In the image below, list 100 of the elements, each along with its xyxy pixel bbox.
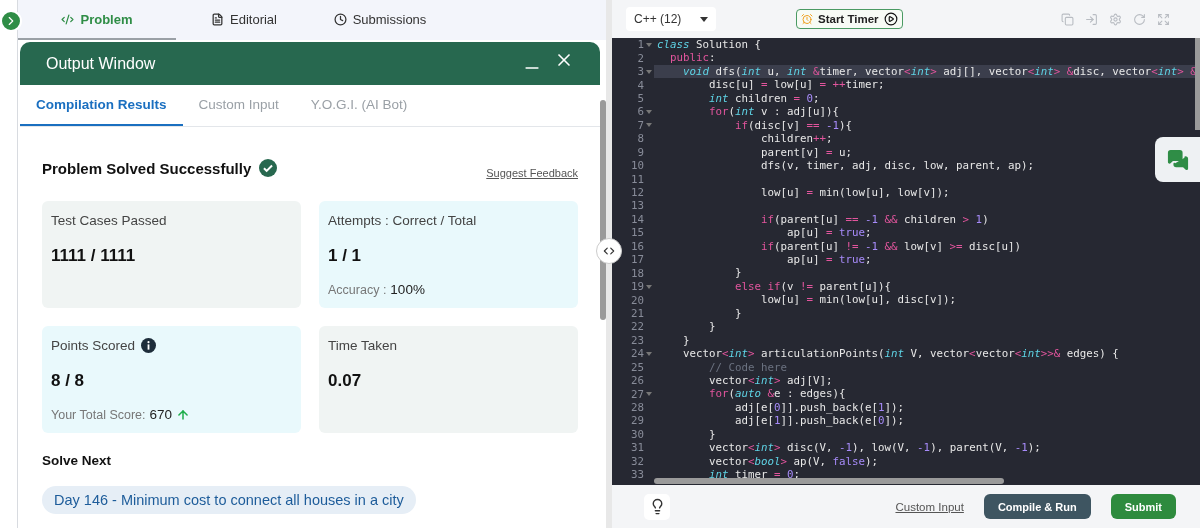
line-number: 22 [631,320,644,334]
document-icon [211,12,224,26]
line-number: 7 [637,118,644,132]
section-heading: Solve Next [42,453,113,468]
card-value: 1 / 1 [328,246,363,266]
language-select[interactable]: C++ (12) [626,7,716,31]
line-number: 13 [631,199,644,213]
line-number: 4 [637,78,644,92]
code-line: dfs(v, timer, adj, disc, low, parent, ap); [760,158,1035,173]
line-number: 29 [631,414,644,428]
scrollbar-thumb[interactable] [654,478,1004,484]
line-number: 8 [637,132,644,146]
code-line: vector<int> articulationPoints(int V, vector<vector<int>>& edges) { [682,347,1119,361]
scrollbar-thumb[interactable] [1195,38,1200,130]
problem-tab[interactable]: Editorial [176,0,312,40]
start-timer-button[interactable]: Start Timer [796,9,903,29]
card-label: Attempts : Correct / Total [328,213,477,228]
line-number: 23 [631,333,644,347]
check-icon [259,159,278,177]
line-number: 26 [631,374,644,388]
line-number: 12 [631,186,644,200]
line-number: 25 [631,360,644,374]
code-line: for(auto &e : edges){ [708,387,846,401]
line-number: 33 [631,468,644,482]
code-line: disc[u] = low[u] = ++timer; [708,78,885,92]
line-number: 2 [637,51,644,65]
code-line: if(parent[u] != -1 && low[v] >= disc[u]) [760,239,1022,253]
fold-icon[interactable] [646,350,652,357]
line-number: 24 [631,347,644,361]
compile-run-button[interactable]: Compile & Run [983,494,1091,519]
line-number: 27 [631,387,644,401]
problem-tab[interactable]: Submissions [312,0,448,40]
code-editor[interactable] [612,38,1200,485]
line-number: 11 [631,172,644,186]
fold-icon[interactable] [646,41,652,48]
code-line: adj[e[0]].push_back(e[1]); [734,400,905,415]
detail-value: 100% [390,282,425,297]
code-line: ap[u] = true; [786,253,872,267]
code-line: if(disc[v] == -1){ [734,118,853,133]
card-label: Points Scored [51,338,136,353]
fold-icon[interactable] [646,68,652,75]
card-value: 8 / 8 [51,371,86,391]
line-number: 16 [631,239,644,253]
code-line: } [682,333,690,348]
code-line: } [734,266,742,280]
fold-icon[interactable] [646,122,652,129]
line-number: 6 [637,105,644,119]
play-icon [883,12,898,26]
feedback-link[interactable]: Suggest Feedback [486,167,578,179]
line-number: 10 [631,159,644,173]
line-number: 21 [631,306,644,320]
code-line: class Solution { [656,38,762,52]
status-title: Problem Solved Successfully [42,159,252,177]
line-number: 17 [631,253,644,267]
code-line: vector<int> adj[V]; [708,373,833,388]
card-label: Time Taken [328,338,398,353]
code-line: } [708,427,716,442]
code-line: children++; [760,132,833,146]
custom-input-link[interactable]: Custom Input [895,500,964,513]
code-icon [61,12,75,26]
code-line: if(parent[u] == -1 && children > 1) [760,212,989,227]
output-tab[interactable]: Compilation Results [20,85,183,126]
detail-label: Accuracy : [328,282,387,297]
line-number: 15 [631,226,644,240]
line-number: 3 [637,65,644,79]
fold-icon[interactable] [646,283,652,290]
line-number: 14 [631,212,644,226]
line-number: 5 [637,91,644,105]
expand-button[interactable] [0,10,22,32]
code-line: low[u] = min(low[u], low[v]); [760,185,950,200]
scrollbar-thumb[interactable] [600,100,606,320]
code-line: int timer = 0; [708,468,801,482]
code-line: else if(v != parent[u]){ [734,279,892,294]
card-value: 1111 / 1111 [51,246,137,266]
line-number: 18 [631,266,644,280]
fold-icon[interactable] [646,108,652,115]
fold-icon[interactable] [646,391,652,398]
problem-tab[interactable]: Problem [18,0,176,40]
info-icon[interactable] [141,338,157,353]
code-line: parent[v] = u; [760,145,853,159]
code-line: } [708,320,716,334]
submit-button[interactable]: Submit [1110,494,1176,519]
arrows-icon [602,244,616,258]
line-number: 30 [631,427,644,441]
chat-button[interactable] [1155,137,1200,182]
code-line: adj[e[1]].push_back(e[0]); [734,414,905,428]
line-number: 9 [637,145,644,159]
code-line: low[u] = min(low[u], disc[v]); [760,293,957,307]
code-line: // Code here [708,360,787,374]
card-label: Test Cases Passed [51,213,167,228]
detail-value: 670 [149,407,173,422]
clock-icon [333,12,347,26]
code-line: vector<bool> ap(V, false); [708,454,879,468]
line-number: 32 [631,454,644,468]
line-number: 19 [631,280,644,294]
window-title: Output Window [46,54,156,73]
alarm-clock-icon [801,13,813,25]
problem-link[interactable]: Day 146 - Minimum cost to connect all houses in a city [42,486,416,514]
hint-button[interactable] [644,493,670,520]
chat-icon [1166,148,1189,171]
